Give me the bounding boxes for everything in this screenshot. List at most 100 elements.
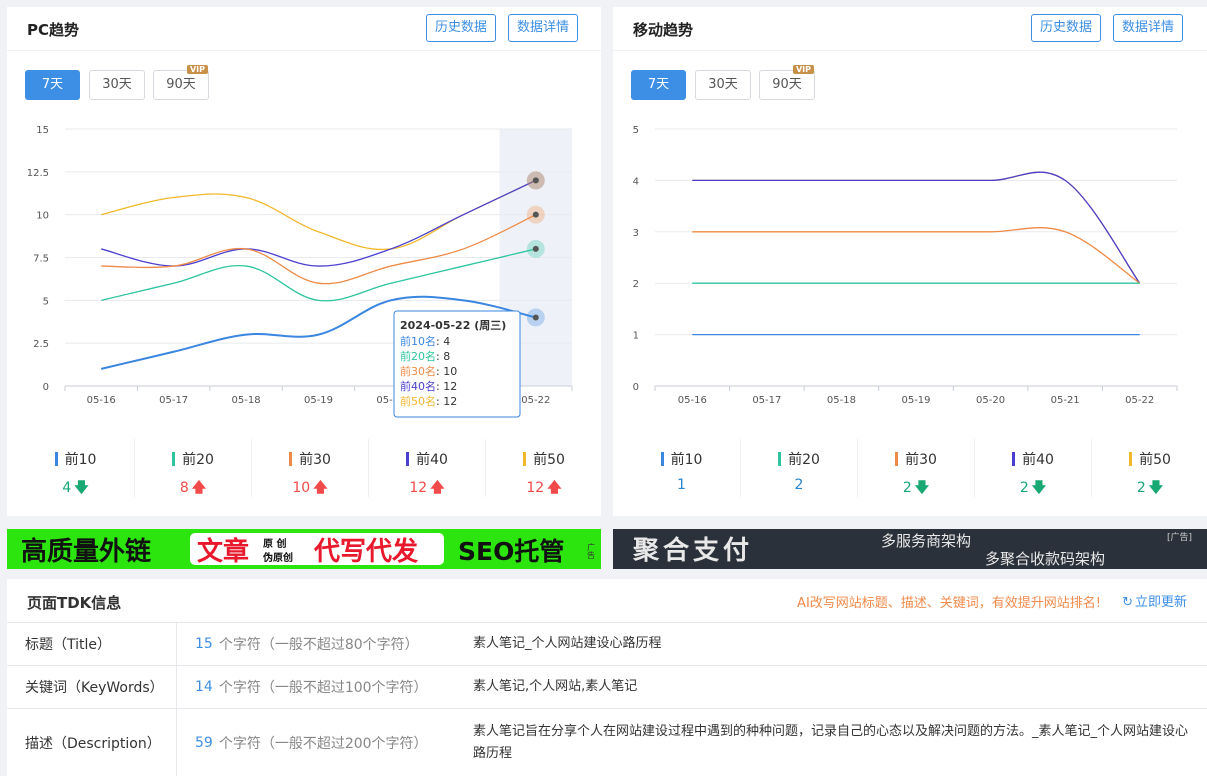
pc-trend-chart[interactable]: 0 2.5 5 7.5 10 12.5 15 05-16 05-17 05-18 05-19 05-2… [7, 107, 601, 427]
x-tick-label: 05-20 [976, 395, 1005, 406]
ad-pay-line1: 多服务商架构 [881, 532, 971, 550]
arrow-down-icon: 🡇 [914, 480, 930, 496]
chart-tooltip: 2024-05-22 (周三) 前10名: 4前20名: 8前30名: 10前40… [393, 310, 521, 418]
data-point[interactable] [532, 177, 539, 184]
tdk-section: 页面TDK信息 AI改写网站标题、描述、关键词，有效提升网站排名! ↻ 立即更新 … [7, 579, 1207, 776]
legend-label: 前30 [299, 452, 331, 468]
arrow-up-icon: 🡅 [547, 480, 562, 496]
legend-name: 前50 [486, 449, 602, 469]
tdk-count-number: 59 [195, 734, 213, 751]
pc-legend: 前10 4 🡇 前20 8 🡅 前30 10 🡅 前40 12 🡅 前50 12 🡅 [17, 439, 593, 499]
tdk-row-title: 标题（Title） 15 个字符（一般不超过80个字符） 素人笔记_个人网站建设心… [7, 623, 1207, 666]
ad-banner-payment[interactable]: 聚合支付 多服务商架构 多聚合收款码架构 [广告] [613, 529, 1207, 569]
arrow-up-icon: 🡅 [430, 480, 445, 496]
legend-color-swatch [660, 452, 664, 466]
y-tick-label: 2 [633, 279, 639, 290]
legend-value-number: 12 [409, 480, 428, 496]
vip-badge: VIP [186, 65, 208, 74]
legend-item[interactable]: 前40 2 🡇 [974, 439, 1091, 497]
series-line-前50 [692, 171, 1141, 284]
pc-title: PC趋势 [27, 21, 80, 39]
tdk-header: 页面TDK信息 AI改写网站标题、描述、关键词，有效提升网站排名! ↻ 立即更新 [7, 579, 1207, 623]
y-tick-label: 1 [633, 331, 639, 342]
pc-tab-90d[interactable]: 90天 VIP [153, 65, 209, 100]
y-tick-label: 3 [633, 228, 639, 239]
legend-item[interactable]: 前40 12 🡅 [368, 439, 485, 497]
refresh-button[interactable]: ↻ 立即更新 [1122, 591, 1187, 610]
mobile-history-button[interactable]: 历史数据 [1031, 14, 1102, 42]
x-tick-label: 05-22 [521, 395, 550, 406]
ad-tag: 广告 [587, 542, 596, 560]
legend-name: 前40 [975, 449, 1091, 469]
pc-panel-header: PC趋势 历史数据 数据详情 [7, 7, 601, 51]
mobile-detail-button[interactable]: 数据详情 [1113, 14, 1184, 42]
legend-color-swatch [172, 452, 176, 466]
legend-color-swatch [289, 452, 293, 466]
legend-item[interactable]: 前10 1 [623, 439, 740, 497]
data-point[interactable] [532, 211, 539, 218]
legend-item[interactable]: 前20 2 [740, 439, 857, 497]
legend-value-number: 2 [902, 480, 912, 496]
ad-banner-payment-art: 聚合支付 多服务商架构 多聚合收款码架构 [广告] [632, 531, 1192, 568]
mobile-trend-chart[interactable]: 0 1 2 3 4 5 05-16 05-17 05-18 05-19 05-20 05-21 05-2… [613, 107, 1207, 427]
x-tick-label: 05-22 [1125, 395, 1154, 406]
x-tick-label: 05-19 [901, 395, 930, 406]
legend-item[interactable]: 前50 12 🡅 [485, 439, 602, 497]
pc-history-button[interactable]: 历史数据 [426, 14, 497, 42]
mobile-legend: 前10 1 前20 2 前30 2 🡇 前40 2 🡇 前50 2 🡇 [623, 439, 1199, 499]
mobile-tab-90d[interactable]: 90天 VIP [759, 65, 815, 100]
ad-banner-backlinks[interactable]: 高质量外链 文章 原 创 伪原创 代写代发 SEO托管 广告 [7, 529, 601, 569]
pc-tab-30d[interactable]: 30天 [89, 70, 145, 100]
data-point[interactable] [532, 245, 539, 252]
legend-value-number: 4 [62, 480, 72, 496]
legend-color-swatch [895, 452, 899, 466]
legend-label: 前20 [788, 452, 820, 468]
legend-color-swatch [54, 452, 58, 466]
legend-label: 前40 [1022, 452, 1054, 468]
legend-label: 前10 [670, 452, 703, 468]
tdk-count-limit: 个字符（一般不超过80个字符） [218, 637, 419, 653]
legend-value-number: 8 [179, 480, 189, 496]
legend-item[interactable]: 前10 4 🡇 [17, 439, 134, 497]
series-line-前40 [692, 171, 1141, 284]
y-tick-label: 0 [633, 382, 639, 393]
legend-label: 前40 [416, 452, 448, 468]
y-tick-label: 0 [43, 382, 49, 393]
mobile-tab-30d[interactable]: 30天 [695, 70, 751, 100]
legend-value: 2 🡇 [1092, 477, 1207, 501]
mobile-tab-90d-label: 90天 [772, 77, 802, 92]
legend-value-number: 12 [526, 480, 545, 496]
legend-color-swatch [523, 452, 527, 466]
legend-item[interactable]: 前30 10 🡅 [251, 439, 368, 497]
tdk-count: 15 个字符（一般不超过80个字符） [177, 623, 457, 665]
legend-item[interactable]: 前30 2 🡇 [857, 439, 974, 497]
legend-value-number: 2 [1136, 480, 1146, 496]
series-line-前30 [692, 227, 1141, 284]
y-tick-label: 5 [43, 296, 49, 307]
ai-rewrite-link[interactable]: AI改写网站标题、描述、关键词，有效提升网站排名! [797, 592, 1101, 611]
legend-name: 前40 [369, 449, 485, 469]
ad-banner-backlinks-art: 高质量外链 文章 原 创 伪原创 代写代发 SEO托管 广告 [21, 533, 596, 567]
y-tick-label: 5 [633, 125, 639, 136]
legend-value: 8 🡅 [135, 477, 251, 501]
pc-detail-button[interactable]: 数据详情 [508, 14, 579, 42]
tdk-count-number: 15 [195, 636, 213, 652]
legend-label: 前50 [533, 452, 565, 468]
legend-name: 前30 [252, 449, 368, 469]
tdk-label: 标题（Title） [7, 623, 177, 665]
mobile-tab-7d[interactable]: 7天 [631, 70, 686, 100]
legend-color-swatch [406, 452, 410, 466]
y-tick-label: 10 [36, 211, 49, 222]
tooltip-row: 前30名: 10 [400, 364, 457, 378]
pc-tab-7d[interactable]: 7天 [25, 70, 80, 100]
legend-value: 2 [741, 477, 857, 493]
tdk-content: 素人笔记,个人网站,素人笔记 [473, 679, 638, 694]
x-tick-label: 05-19 [304, 395, 333, 406]
legend-color-swatch [1012, 452, 1016, 466]
legend-item[interactable]: 前50 2 🡇 [1091, 439, 1207, 497]
tooltip-row: 前50名: 12 [400, 394, 457, 408]
vip-badge: VIP [792, 65, 814, 74]
legend-name: 前50 [1092, 449, 1207, 469]
legend-item[interactable]: 前20 8 🡅 [134, 439, 251, 497]
data-point[interactable] [532, 314, 539, 321]
